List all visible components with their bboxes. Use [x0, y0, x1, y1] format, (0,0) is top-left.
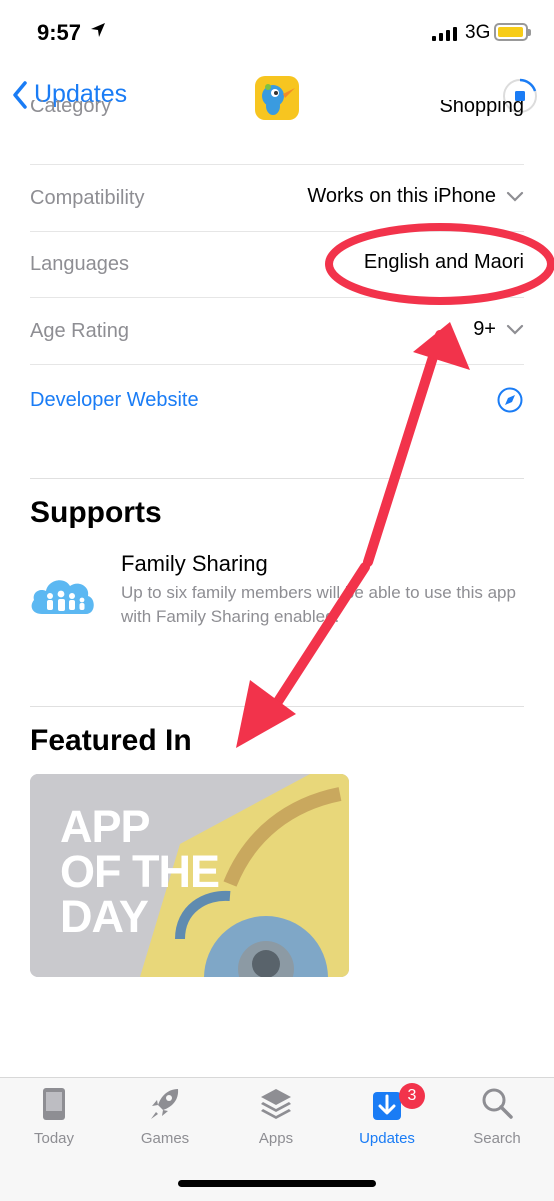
- card-title-line-1: APP: [60, 801, 151, 852]
- compass-icon[interactable]: [497, 387, 523, 413]
- location-arrow-icon: [91, 23, 105, 37]
- card-title: APP OF THE DAY: [60, 801, 220, 942]
- family-sharing-description: Up to six family members will be able to…: [121, 583, 516, 626]
- age-rating-value: 9+: [473, 318, 496, 340]
- info-row-compatibility[interactable]: Compatibility Works on this iPhone: [30, 165, 524, 232]
- tab-games[interactable]: Games: [115, 1086, 215, 1147]
- chevron-left-icon: [13, 80, 27, 109]
- home-indicator[interactable]: [178, 1180, 376, 1187]
- card-title-line-2: OF THE: [60, 846, 220, 897]
- tab-search[interactable]: Search: [447, 1086, 547, 1147]
- status-time: 9:57: [37, 20, 82, 45]
- featured-title: Featured In: [30, 724, 192, 757]
- age-rating-label: Age Rating: [30, 320, 129, 342]
- family-sharing-icon: [31, 580, 94, 614]
- developer-website-link[interactable]: Developer Website: [30, 389, 199, 412]
- info-row-age-rating[interactable]: Age Rating 9+: [30, 298, 524, 365]
- compatibility-label: Compatibility: [30, 187, 145, 209]
- tab-label: Search: [473, 1130, 521, 1147]
- card-title-line-3: DAY: [60, 891, 149, 942]
- languages-label: Languages: [30, 253, 129, 275]
- chevron-down-icon[interactable]: [506, 191, 524, 203]
- network-type: 3G: [465, 22, 491, 43]
- tab-label: Updates: [359, 1130, 415, 1147]
- layers-icon: [261, 1089, 291, 1119]
- compatibility-value: Works on this iPhone: [307, 185, 496, 207]
- divider: [30, 478, 524, 479]
- updates-badge: 3: [399, 1083, 425, 1109]
- app-of-the-day-card[interactable]: APP OF THE DAY: [30, 774, 349, 977]
- tab-label: Apps: [258, 1130, 294, 1147]
- languages-value: English and Maori: [363, 251, 524, 273]
- category-label: Category: [30, 100, 112, 117]
- tab-label: Today: [33, 1130, 75, 1147]
- supports-title: Supports: [30, 496, 162, 529]
- rocket-icon: [151, 1089, 179, 1119]
- annotation-arrow: [263, 330, 445, 722]
- chevron-down-icon[interactable]: [506, 324, 524, 336]
- search-icon: [482, 1088, 513, 1119]
- info-row-category: Category Shopping: [30, 100, 524, 165]
- tab-label: Games: [140, 1130, 190, 1147]
- family-sharing-title: Family Sharing: [121, 551, 268, 576]
- today-icon: [43, 1088, 65, 1120]
- divider: [30, 706, 524, 707]
- arrow-head-down: [236, 680, 296, 748]
- battery-icon: [494, 23, 531, 41]
- tab-today[interactable]: Today: [4, 1086, 104, 1147]
- signal-icon: [432, 27, 457, 41]
- info-row-languages: Languages English and Maori: [30, 231, 524, 298]
- category-value: Shopping: [439, 100, 524, 117]
- tab-apps[interactable]: Apps: [226, 1086, 326, 1147]
